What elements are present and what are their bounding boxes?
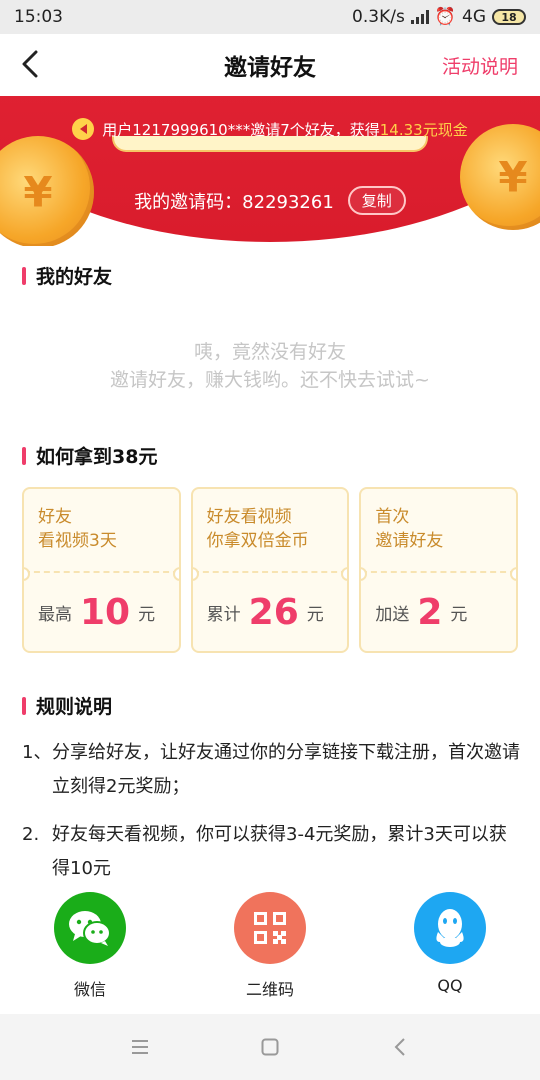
reward-card-amount: 10: [80, 591, 131, 633]
reward-card-line1: 好友看视频: [206, 507, 292, 527]
reward-card-description: 首次 邀请好友: [361, 489, 517, 573]
menu-button[interactable]: [122, 1029, 158, 1065]
rules-list: 1、 分享给好友，让好友通过你的分享链接下载注册，首次邀请立刻得2元奖励； 2.…: [22, 736, 522, 900]
reward-card-prefix: 最高: [38, 604, 72, 625]
reward-card: 好友看视频 你拿双倍金币 累计 26 元: [190, 487, 350, 653]
ticker-amount: 14.33元: [379, 120, 438, 139]
reward-card-line1: 首次: [375, 507, 410, 527]
invite-banner: ¥ ¥ 用户1217999610***邀请7个好友，获得 14.33元 现金 我…: [0, 96, 540, 246]
reward-card-description: 好友 看视频3天: [24, 489, 179, 573]
reward-card: 首次 邀请好友 加送 2 元: [359, 487, 519, 653]
reward-card-unit: 元: [450, 604, 468, 625]
rule-number: 1、: [22, 742, 52, 763]
invite-code-text: 我的邀请码：82293261: [134, 188, 334, 214]
reward-card: 好友 看视频3天 最高 10 元: [22, 487, 181, 653]
system-nav-bar: [0, 1014, 540, 1080]
alarm-icon: ⏰: [434, 7, 456, 27]
reward-card-description: 好友看视频 你拿双倍金币: [192, 489, 348, 573]
reward-card-amount-row: 加送 2 元: [361, 573, 516, 651]
qq-icon: [414, 892, 486, 964]
my-friends-title: 我的好友: [36, 266, 113, 288]
rule-text: 好友每天看视频，你可以获得3-4元奖励，累计3天可以获得10元: [52, 824, 507, 879]
reward-card-prefix: 累计: [206, 604, 241, 625]
section-marker: [22, 446, 26, 465]
battery-icon: 18: [492, 9, 526, 25]
share-qq-button[interactable]: QQ: [380, 892, 520, 995]
status-time: 15:03: [14, 7, 63, 27]
chevron-left-icon: [22, 50, 38, 78]
reward-card-unit: 元: [306, 604, 324, 625]
page-header: 邀请好友 活动说明: [0, 34, 540, 96]
page-title: 邀请好友: [224, 55, 316, 81]
system-back-button[interactable]: [382, 1029, 418, 1065]
empty-friends-hint: 咦，竟然没有好友 邀请好友，赚大钱哟。还不快去试试~: [0, 338, 540, 394]
reward-card-amount-row: 累计 26 元: [193, 573, 348, 651]
ticker-suffix: 现金: [437, 120, 468, 139]
reward-card-amount: 2: [417, 591, 443, 633]
share-qrcode-button[interactable]: 二维码: [200, 892, 340, 1000]
copy-button[interactable]: 复制: [347, 186, 406, 215]
status-bar: 15:03 0.3K/s ⏰ 4G 18: [0, 0, 540, 34]
speaker-icon: [72, 118, 95, 140]
invite-code-row: 我的邀请码：82293261 复制: [0, 186, 540, 215]
status-indicators: 0.3K/s ⏰ 4G 18: [352, 7, 526, 27]
invite-code-label: 我的邀请码：: [134, 191, 243, 213]
wechat-icon: [54, 892, 126, 964]
rule-number: 2.: [22, 824, 40, 845]
share-wechat-label: 微信: [73, 980, 106, 999]
home-square-icon: [261, 1038, 279, 1056]
share-qrcode-label: 二维码: [245, 980, 294, 999]
reward-card-line2: 你拿双倍金币: [206, 531, 309, 551]
share-qq-label: QQ: [437, 976, 463, 995]
reward-card-line2: 看视频3天: [38, 531, 117, 551]
share-bar: 微信 二维码 QQ: [0, 880, 540, 1014]
section-marker: [22, 266, 26, 285]
rules-title: 规则说明: [36, 696, 113, 718]
reward-card-line1: 好友: [38, 507, 72, 527]
home-button[interactable]: [252, 1029, 288, 1065]
reward-cards: 好友 看视频3天 最高 10 元 好友看视频 你拿双倍金币 累计 26 元 首次…: [22, 487, 519, 653]
rules-heading: 规则说明: [22, 692, 112, 719]
how-to-earn-heading: 如何拿到38元: [22, 442, 157, 469]
empty-hint-line2: 邀请好友，赚大钱哟。还不快去试试~: [110, 369, 430, 391]
qrcode-icon: [234, 892, 306, 964]
my-friends-heading: 我的好友: [22, 262, 112, 289]
reward-ticker: 用户1217999610***邀请7个好友，获得 14.33元 现金: [0, 112, 540, 146]
share-wechat-button[interactable]: 微信: [20, 892, 160, 1000]
reward-card-line2: 邀请好友: [375, 531, 444, 551]
rule-item: 2. 好友每天看视频，你可以获得3-4元奖励，累计3天可以获得10元: [22, 818, 522, 886]
empty-hint-line1: 咦，竟然没有好友: [193, 341, 346, 363]
signal-icon: [410, 10, 429, 24]
section-marker: [22, 696, 26, 715]
rule-text: 分享给好友，让好友通过你的分享链接下载注册，首次邀请立刻得2元奖励；: [52, 742, 520, 797]
network-speed: 0.3K/s: [352, 7, 405, 27]
rule-item: 1、 分享给好友，让好友通过你的分享链接下载注册，首次邀请立刻得2元奖励；: [22, 736, 522, 804]
network-type: 4G: [462, 7, 486, 27]
ticker-prefix: 用户1217999610***邀请7个好友，获得: [102, 120, 380, 139]
menu-icon: [132, 1040, 148, 1054]
activity-rules-link[interactable]: 活动说明: [442, 52, 518, 79]
invite-code-value: 82293261: [242, 191, 334, 213]
reward-card-amount-row: 最高 10 元: [24, 573, 179, 651]
reward-card-amount: 26: [248, 591, 299, 633]
back-triangle-icon: [394, 1038, 405, 1056]
back-button[interactable]: [12, 46, 48, 82]
reward-card-unit: 元: [138, 604, 156, 625]
reward-card-prefix: 加送: [375, 604, 410, 625]
how-to-earn-title: 如何拿到38元: [36, 446, 158, 468]
